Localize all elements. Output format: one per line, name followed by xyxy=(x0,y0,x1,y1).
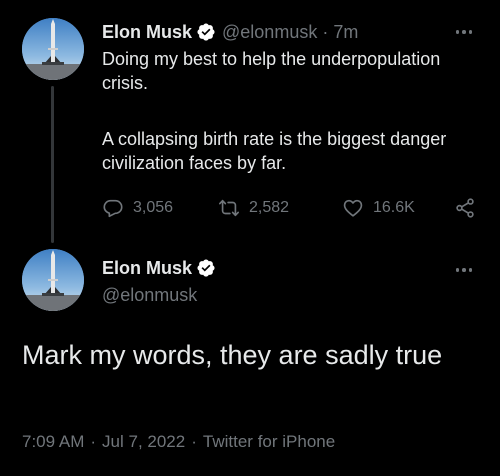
like-count: 16.6K xyxy=(373,199,415,216)
avatar[interactable] xyxy=(22,249,84,311)
tweet-time[interactable]: 7:09 AM xyxy=(22,432,84,451)
display-name[interactable]: Elon Musk xyxy=(102,20,192,44)
like-button[interactable]: 16.6K xyxy=(342,196,415,220)
thread-connector-line xyxy=(51,86,54,243)
tweet-header: Elon Musk xyxy=(102,256,216,280)
handle[interactable]: @elonmusk xyxy=(222,20,317,44)
separator-dot: · xyxy=(322,22,329,42)
rocket-launch-avatar-icon xyxy=(22,18,84,80)
rocket-launch-avatar-icon xyxy=(22,249,84,311)
tweet-date[interactable]: Jul 7, 2022 xyxy=(102,432,185,451)
share-button[interactable] xyxy=(454,196,476,220)
separator-dot: · xyxy=(90,432,97,451)
tweet-thread: Elon Musk @elonmusk · 7m Doing my best t… xyxy=(0,0,500,476)
retweet-count: 2,582 xyxy=(249,199,290,216)
tweet-metadata: 7:09 AM · Jul 7, 2022 · Twitter for iPhone xyxy=(22,432,335,454)
verified-badge-icon xyxy=(196,258,216,278)
display-name[interactable]: Elon Musk xyxy=(102,258,192,279)
tweet-header: Elon Musk @elonmusk · 7m xyxy=(102,20,358,44)
reply-button[interactable]: 3,056 xyxy=(102,196,173,220)
tweet-text-paragraph: Doing my best to help the underpopulatio… xyxy=(102,49,441,93)
reply-bubble-icon xyxy=(103,199,123,218)
action-bar: 3,056 2,582 16.6K xyxy=(102,196,482,220)
more-options-icon[interactable] xyxy=(452,24,476,40)
more-options-icon[interactable] xyxy=(452,262,476,278)
verified-badge-icon xyxy=(196,22,216,42)
heart-icon xyxy=(343,199,363,217)
handle[interactable]: @elonmusk xyxy=(102,284,197,306)
tweet-text: Mark my words, they are sadly true xyxy=(22,340,443,370)
avatar[interactable] xyxy=(22,18,84,80)
reply-count: 3,056 xyxy=(133,199,174,216)
separator-dot: · xyxy=(191,432,197,451)
retweet-icon xyxy=(219,199,239,217)
tweet-source[interactable]: Twitter for iPhone xyxy=(203,432,335,451)
share-icon xyxy=(456,198,474,218)
tweet-text-paragraph: A collapsing birth rate is the biggest d… xyxy=(102,129,447,173)
timestamp[interactable]: 7m xyxy=(333,20,358,44)
retweet-button[interactable]: 2,582 xyxy=(218,196,289,220)
